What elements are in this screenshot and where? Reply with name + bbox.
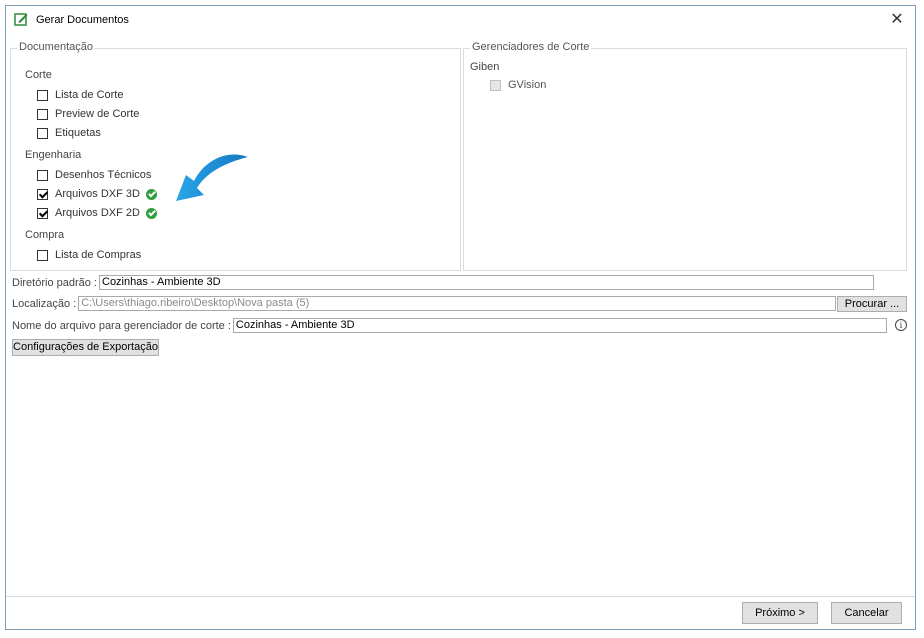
cancel-button[interactable]: Cancelar [831,602,902,624]
cut-managers-group-title: Gerenciadores de Corte [470,41,592,53]
info-icon[interactable]: i [895,319,907,331]
checkbox-preview-de-corte[interactable]: Preview de Corte [37,106,139,122]
checkbox-box[interactable] [37,89,48,101]
default-dir-input[interactable]: Cozinhas - Ambiente 3D [99,275,874,290]
checkbox-box[interactable] [37,127,48,139]
checkbox-label: GVision [508,79,547,91]
default-dir-row: Diretório padrão : Cozinhas - Ambiente 3… [12,275,874,290]
close-button[interactable]: ✕ [887,10,907,30]
check-circle-icon [145,207,157,219]
checkbox-box[interactable] [37,207,48,219]
cut-managers-group: Gerenciadores de Corte Giben GVision [463,41,907,271]
check-circle-icon [145,188,157,200]
checkbox-arquivos-dxf-3d[interactable]: Arquivos DXF 3D [37,186,157,202]
checkbox-box[interactable] [490,79,501,91]
filename-input[interactable]: Cozinhas - Ambiente 3D [232,318,887,333]
dialog-window: Gerar Documentos ✕ Documentação Corte Li… [5,5,916,630]
checkbox-box[interactable] [37,108,48,120]
checkbox-label: Lista de Compras [55,249,142,261]
default-dir-label: Diretório padrão : [12,276,97,289]
next-button[interactable]: Próximo > [742,602,818,624]
filename-label: Nome do arquivo para gerenciador de cort… [12,319,231,332]
checkbox-label: Arquivos DXF 2D [55,207,140,219]
checkbox-desenhos-tecnicos[interactable]: Desenhos Técnicos [37,167,151,183]
checkbox-box[interactable] [37,249,48,261]
section-label-compra: Compra [25,229,65,241]
location-row: Localização : C:\Users\thiago.ribeiro\De… [12,296,837,311]
vendor-label: Giben [470,61,500,73]
checkbox-label: Arquivos DXF 3D [55,188,140,200]
documentation-group-title: Documentação [17,41,95,53]
document-edit-icon [14,13,28,26]
checkbox-lista-de-compras[interactable]: Lista de Compras [37,247,141,263]
export-config-button[interactable]: Configurações de Exportação [12,339,159,356]
checkbox-label: Lista de Corte [55,89,124,101]
footer-divider [6,596,915,597]
checkbox-box[interactable] [37,188,48,200]
section-label-corte: Corte [25,69,52,81]
location-input[interactable]: C:\Users\thiago.ribeiro\Desktop\Nova pas… [78,296,837,311]
title-bar: Gerar Documentos ✕ [6,6,915,34]
browse-button[interactable]: Procurar ... [837,296,907,312]
checkbox-arquivos-dxf-2d[interactable]: Arquivos DXF 2D [37,205,157,221]
location-label: Localização : [12,297,77,310]
pointer-arrow-icon [176,154,248,201]
window-title: Gerar Documentos [36,14,129,26]
checkbox-etiquetas[interactable]: Etiquetas [37,125,101,141]
checkbox-label: Preview de Corte [55,108,140,120]
filename-row: Nome do arquivo para gerenciador de cort… [12,318,887,333]
checkbox-label: Desenhos Técnicos [55,169,152,181]
checkbox-gvision[interactable]: GVision [490,77,546,93]
checkbox-box[interactable] [37,169,48,181]
section-label-engenharia: Engenharia [25,149,82,161]
checkbox-lista-de-corte[interactable]: Lista de Corte [37,87,123,103]
checkbox-label: Etiquetas [55,127,101,139]
